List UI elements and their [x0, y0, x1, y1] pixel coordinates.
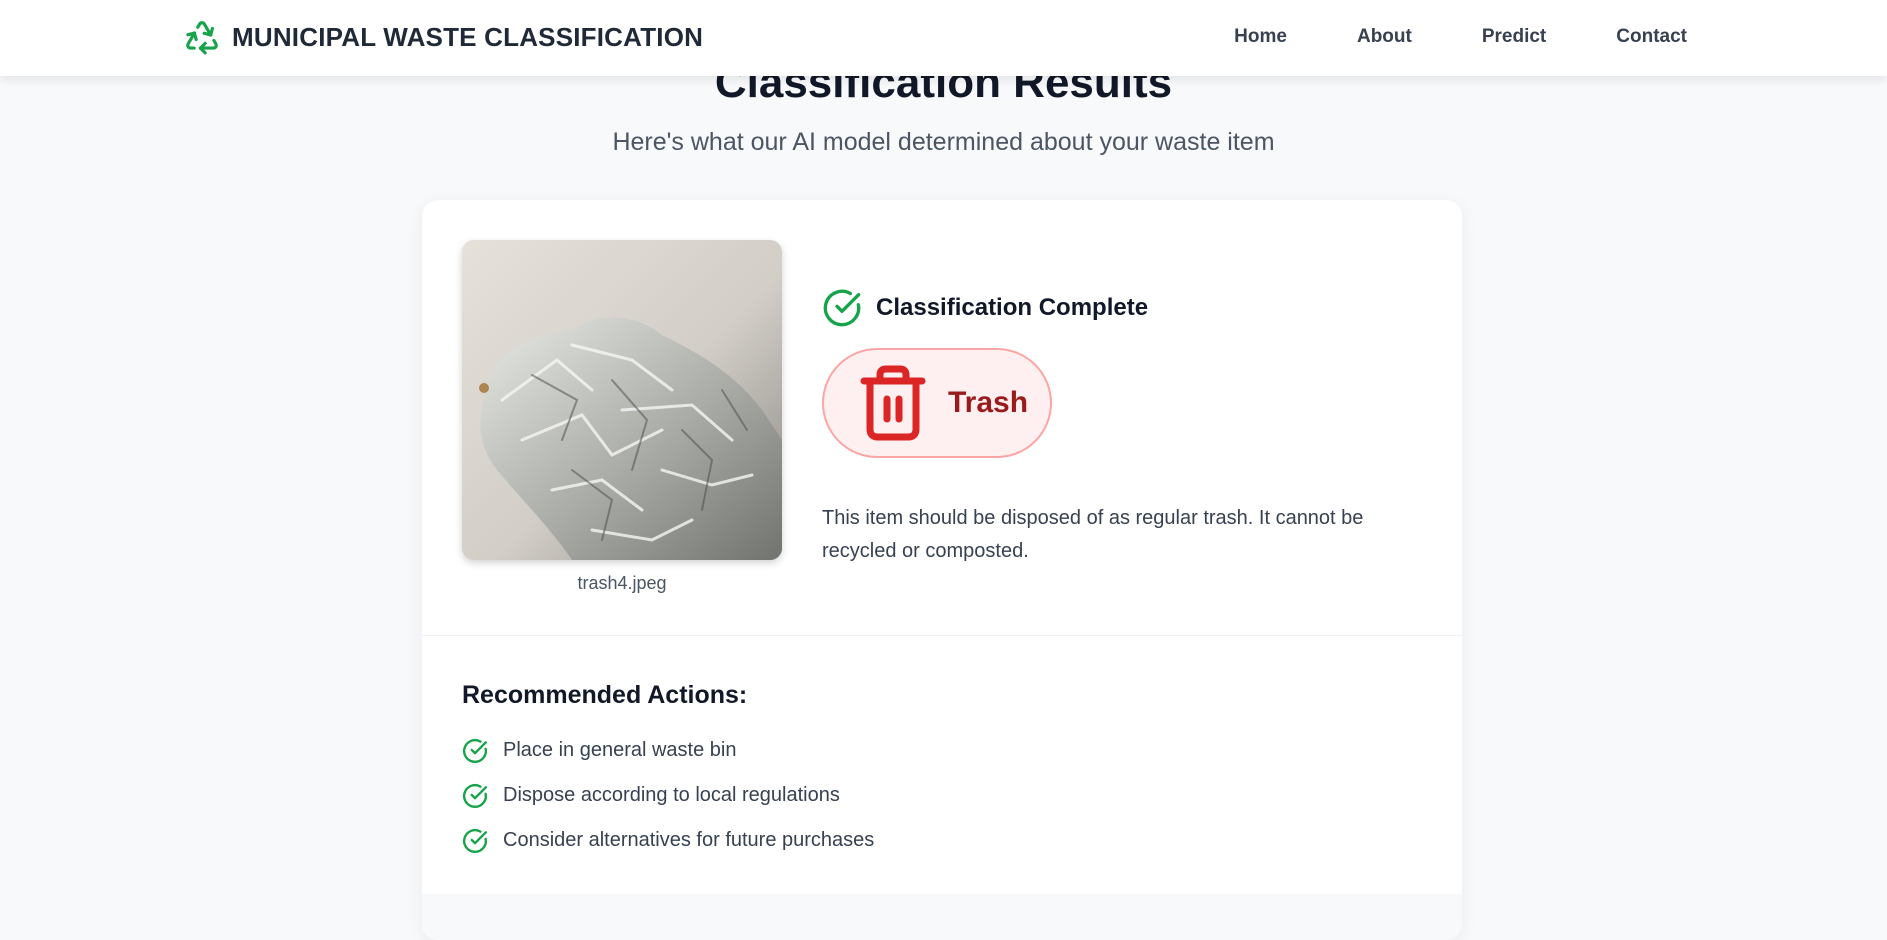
classification-status: Classification Complete — [822, 288, 1148, 328]
nav-about-link[interactable]: About — [1357, 26, 1412, 48]
nav-home-link[interactable]: Home — [1234, 26, 1287, 48]
action-item: Consider alternatives for future purchas… — [462, 818, 1422, 863]
recycle-icon — [186, 21, 218, 55]
action-label: Dispose according to local regulations — [503, 784, 840, 806]
actions-title: Recommended Actions: — [462, 681, 748, 709]
plastic-bag-photo — [462, 240, 782, 560]
status-label: Classification Complete — [876, 294, 1149, 321]
check-circle-icon — [463, 738, 488, 763]
uploaded-image — [462, 240, 782, 560]
uploaded-file-name: trash4.jpeg — [577, 573, 667, 593]
nav-predict-link[interactable]: Predict — [1482, 26, 1546, 48]
category-label: Trash — [948, 386, 1029, 419]
check-circle-icon — [463, 783, 488, 808]
actions-list: Place in general waste bin Dispose accor… — [462, 728, 1422, 863]
nav-contact-link[interactable]: Contact — [1616, 26, 1687, 48]
brand[interactable]: MUNICIPAL WASTE CLASSIFICATION — [183, 18, 703, 56]
check-circle-icon — [823, 289, 861, 327]
category-badge: Trash — [822, 348, 1052, 458]
action-label: Consider alternatives for future purchas… — [503, 829, 875, 851]
top-navbar: MUNICIPAL WASTE CLASSIFICATION Home Abou… — [0, 0, 1887, 76]
app-title: MUNICIPAL WASTE CLASSIFICATION — [232, 21, 704, 52]
check-circle-icon — [463, 828, 488, 853]
result-summary: trash4.jpeg Classification Complete Tras… — [422, 200, 1462, 636]
page-subtitle: Here's what our AI model determined abou… — [612, 128, 1275, 156]
card-footer — [422, 894, 1462, 940]
trash-bin-icon — [860, 365, 926, 441]
result-card: trash4.jpeg Classification Complete Tras… — [422, 200, 1462, 940]
category-description: This item should be disposed of as regul… — [822, 507, 1364, 562]
action-label: Place in general waste bin — [503, 739, 737, 761]
recommended-actions: Recommended Actions: Place in general wa… — [422, 636, 1462, 894]
main-nav: Home About Predict Contact — [1164, 26, 1687, 48]
action-item: Place in general waste bin — [462, 728, 1422, 773]
action-item: Dispose according to local regulations — [462, 773, 1422, 818]
